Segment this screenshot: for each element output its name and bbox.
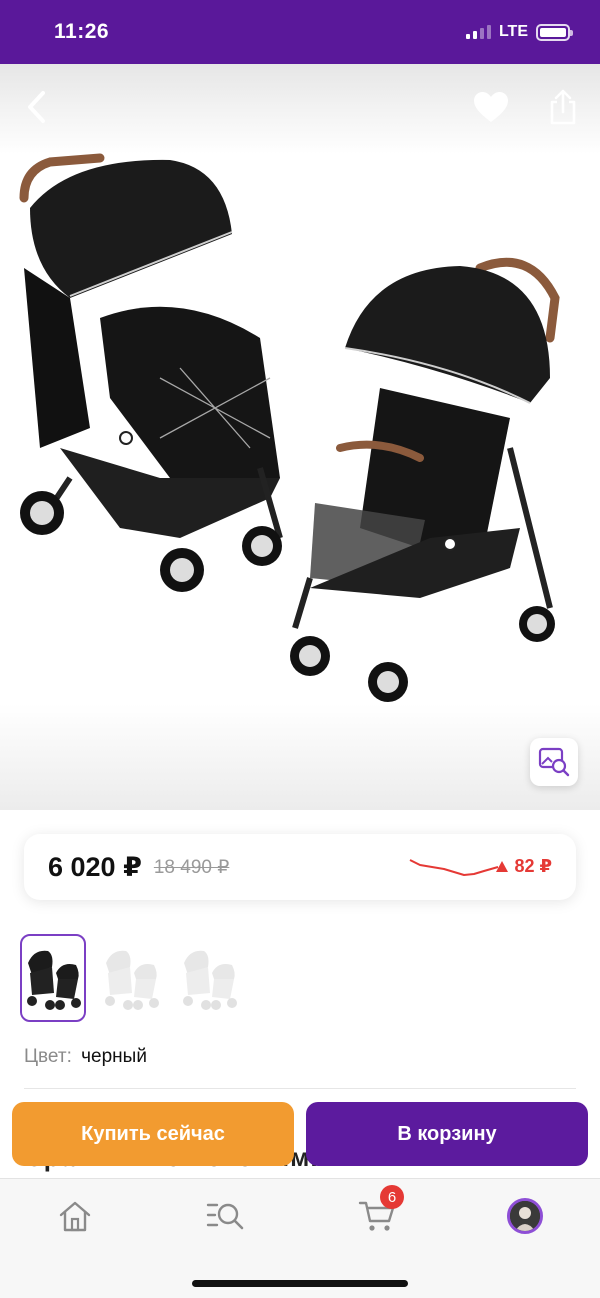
price-current: 6 020 ₽ — [48, 851, 142, 882]
nav-catalog[interactable] — [200, 1193, 250, 1239]
buy-now-button[interactable]: Купить сейчас — [12, 1102, 294, 1166]
product-gallery[interactable] — [0, 64, 600, 810]
share-icon — [550, 89, 576, 125]
status-bar: 11:26 LTE — [0, 0, 600, 64]
thumbnail-strip — [20, 934, 242, 1022]
share-button[interactable] — [540, 84, 586, 130]
cart-badge: 6 — [380, 1185, 404, 1209]
image-search-icon — [538, 747, 570, 777]
status-time: 11:26 — [54, 20, 110, 43]
divider — [24, 1088, 576, 1089]
battery-icon — [536, 23, 573, 41]
color-value: черный — [81, 1046, 147, 1067]
price-card[interactable]: 6 020 ₽ 18 490 ₽ 82 ₽ — [24, 834, 576, 900]
stroller-thumbnail-image — [105, 950, 159, 1010]
thumbnail-3[interactable] — [176, 934, 242, 1022]
price-old: 18 490 ₽ — [153, 856, 230, 878]
color-label: Цвет: — [24, 1046, 72, 1067]
favorite-button[interactable] — [468, 84, 514, 130]
image-search-button[interactable] — [530, 738, 578, 786]
signal-icon — [465, 25, 491, 39]
price-trend-icon — [409, 859, 499, 876]
product-image — [19, 153, 560, 702]
heart-icon — [474, 92, 508, 122]
stroller-open-view — [290, 257, 560, 702]
price-change: 82 ₽ — [496, 856, 552, 877]
stroller-thumbnail-image — [183, 950, 237, 1010]
thumbnail-2[interactable] — [98, 934, 164, 1022]
home-indicator — [192, 1280, 408, 1287]
thumbnail-1[interactable] — [20, 934, 86, 1022]
add-to-cart-button[interactable]: В корзину — [306, 1102, 588, 1166]
back-button[interactable] — [14, 84, 60, 130]
stroller-folded-view — [19, 153, 283, 592]
home-icon — [59, 1201, 91, 1232]
stroller-thumbnail-image — [27, 950, 81, 1010]
status-indicators: LTE — [465, 23, 573, 41]
nav-cart[interactable]: 6 — [352, 1185, 404, 1239]
network-type: LTE — [498, 23, 528, 40]
chevron-left-icon — [28, 91, 45, 123]
avatar — [507, 1198, 543, 1234]
nav-profile[interactable] — [500, 1193, 550, 1239]
color-option[interactable]: Цвет: черный — [24, 1046, 147, 1068]
nav-home[interactable] — [50, 1193, 100, 1239]
product-page: 11:26 LTE 6 020 ₽ 18 490 ₽ 82 ₽ Цвет: че… — [0, 0, 600, 1298]
price-change-value: 82 ₽ — [514, 856, 552, 876]
arrow-up-icon — [496, 861, 509, 872]
search-list-icon — [206, 1203, 244, 1230]
